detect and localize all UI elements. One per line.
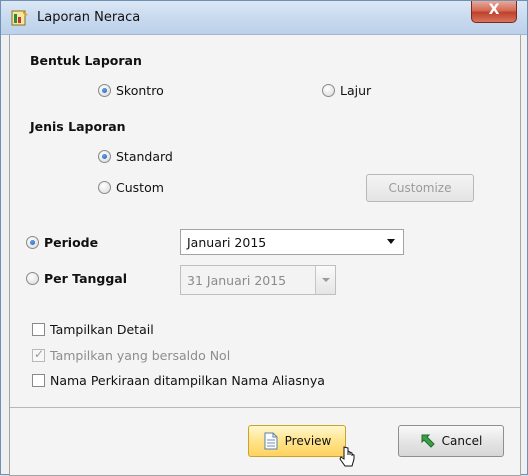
periode-select[interactable]: Januari 2015 xyxy=(180,229,404,255)
radio-custom[interactable]: Custom xyxy=(98,180,164,195)
radio-lajur-label: Lajur xyxy=(340,83,372,98)
date-dropdown-icon[interactable] xyxy=(315,266,335,294)
document-icon xyxy=(264,432,278,450)
radio-skontro[interactable]: Skontro xyxy=(98,83,164,98)
mouse-cursor-icon xyxy=(339,446,355,467)
checkbox-bersaldo-nol-box[interactable]: ✓ xyxy=(32,347,45,362)
checkmark-icon: ✓ xyxy=(34,347,45,361)
radio-skontro-indicator[interactable] xyxy=(98,84,111,97)
dialog-window: Laporan Neraca X Bentuk Laporan Skontro … xyxy=(0,0,528,476)
undo-arrow-icon xyxy=(421,434,435,448)
footer-divider xyxy=(10,407,520,408)
radio-custom-label: Custom xyxy=(116,180,164,195)
jenis-laporan-label: Jenis Laporan xyxy=(30,119,126,134)
cancel-button-label: Cancel xyxy=(441,434,483,448)
radio-lajur[interactable]: Lajur xyxy=(322,83,371,98)
preview-button[interactable]: Preview xyxy=(248,425,346,457)
periode-value: Januari 2015 xyxy=(187,234,267,250)
window-title: Laporan Neraca xyxy=(37,10,141,25)
checkbox-nama-alias[interactable]: Nama Perkiraan ditampilkan Nama Aliasnya xyxy=(32,373,325,388)
per-tanggal-value: 31 Januari 2015 xyxy=(187,272,287,288)
dialog-body: Bentuk Laporan Skontro Lajur Jenis Lapor… xyxy=(9,35,521,476)
checkbox-nama-alias-label: Nama Perkiraan ditampilkan Nama Aliasnya xyxy=(50,373,325,388)
close-button[interactable]: X xyxy=(471,1,517,23)
radio-per-tanggal-label: Per Tanggal xyxy=(44,271,128,286)
radio-custom-indicator[interactable] xyxy=(98,181,111,194)
per-tanggal-date-picker[interactable]: 31 Januari 2015 xyxy=(180,265,336,295)
checkbox-bersaldo-nol[interactable]: ✓ Tampilkan yang bersaldo Nol xyxy=(32,347,231,363)
checkbox-tampilkan-detail-label: Tampilkan Detail xyxy=(50,322,154,337)
cancel-button[interactable]: Cancel xyxy=(398,425,504,457)
radio-standard-label: Standard xyxy=(116,149,173,164)
radio-skontro-label: Skontro xyxy=(116,83,164,98)
bentuk-laporan-label: Bentuk Laporan xyxy=(30,53,142,68)
radio-periode-indicator[interactable] xyxy=(26,236,39,249)
radio-per-tanggal-indicator[interactable] xyxy=(26,272,39,285)
customize-button[interactable]: Customize xyxy=(366,174,474,202)
report-app-icon xyxy=(11,10,28,26)
radio-per-tanggal[interactable]: Per Tanggal xyxy=(26,271,127,286)
radio-standard[interactable]: Standard xyxy=(98,149,173,164)
preview-button-label: Preview xyxy=(284,434,332,448)
checkbox-nama-alias-box[interactable] xyxy=(32,374,45,387)
radio-standard-indicator[interactable] xyxy=(98,150,111,163)
radio-periode[interactable]: Periode xyxy=(26,235,98,250)
radio-lajur-indicator[interactable] xyxy=(322,84,335,97)
checkbox-tampilkan-detail-box[interactable] xyxy=(32,323,45,336)
checkbox-tampilkan-detail[interactable]: Tampilkan Detail xyxy=(32,322,154,337)
chevron-down-icon[interactable] xyxy=(387,239,395,244)
checkbox-bersaldo-nol-label: Tampilkan yang bersaldo Nol xyxy=(50,348,231,363)
title-bar[interactable]: Laporan Neraca X xyxy=(1,1,527,35)
radio-periode-label: Periode xyxy=(44,235,99,250)
